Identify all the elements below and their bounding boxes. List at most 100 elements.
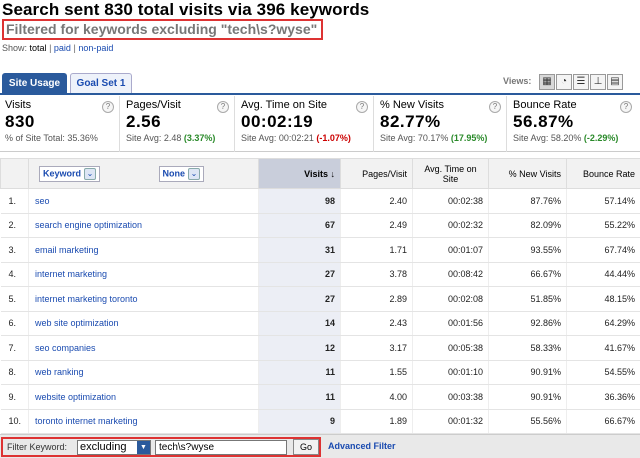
help-icon[interactable]: ? (217, 101, 229, 113)
row-number: 7. (0, 335, 29, 361)
comparison-view-icon[interactable]: ⊥ (590, 74, 606, 90)
row-number: 6. (0, 311, 29, 336)
cell-visits: 11 (258, 360, 341, 385)
cell-pages-visit: 2.49 (340, 213, 413, 238)
help-icon[interactable]: ? (102, 101, 114, 113)
cell-avg-time: 00:02:08 (412, 286, 489, 312)
cell-new-visits: 51.85% (488, 286, 567, 312)
help-icon[interactable]: ? (356, 101, 368, 113)
cell-new-visits: 93.55% (488, 237, 567, 263)
cell-visits: 11 (258, 384, 341, 410)
summary-scorecard: Visits 830 % of Site Total: 35.36% ? Pag… (0, 96, 640, 152)
show-total-link[interactable]: total (30, 43, 47, 53)
summary-value: 830 (5, 112, 35, 131)
keyword-link[interactable]: internet marketing toronto (35, 294, 138, 304)
cell-bounce-rate: 57.14% (566, 188, 640, 214)
keyword-link[interactable]: email marketing (35, 245, 99, 255)
help-icon[interactable]: ? (620, 101, 632, 113)
keyword-link[interactable]: search engine optimization (35, 220, 142, 230)
cell-pages-visit: 4.00 (340, 384, 413, 410)
cell-pages-visit: 1.55 (340, 360, 413, 385)
cell-pages-visit: 3.17 (340, 335, 413, 361)
cell-new-visits: 87.76% (488, 188, 567, 214)
show-options: Show: total | paid | non-paid (2, 43, 114, 53)
cell-new-visits: 55.56% (488, 409, 567, 434)
secondary-dimension-dropdown[interactable]: None ⌄ (158, 165, 205, 182)
cell-bounce-rate: 36.36% (566, 384, 640, 410)
keyword-link[interactable]: internet marketing (35, 269, 107, 279)
chevron-down-icon: ⌄ (84, 167, 97, 180)
cell-visits: 67 (258, 213, 341, 238)
cell-avg-time: 00:05:38 (412, 335, 489, 361)
table-header-row: Keyword ⌄ None ⌄ Visits ↓ Pages/Visit Avg.… (0, 158, 640, 189)
cell-bounce-rate: 41.67% (566, 335, 640, 361)
keyword-link[interactable]: seo companies (35, 343, 96, 353)
cell-visits: 27 (258, 262, 341, 287)
cell-visits: 27 (258, 286, 341, 312)
cell-avg-time: 00:01:07 (412, 237, 489, 263)
cell-new-visits: 92.86% (488, 311, 567, 336)
cell-bounce-rate: 66.67% (566, 409, 640, 434)
filter-keyword-input[interactable] (155, 440, 287, 455)
column-bounce-rate[interactable]: Bounce Rate (566, 158, 640, 189)
cell-visits: 12 (258, 335, 341, 361)
cell-avg-time: 00:01:56 (412, 311, 489, 336)
go-button[interactable]: Go (293, 439, 319, 455)
pivot-view-icon[interactable]: ▤ (607, 74, 623, 90)
cell-visits: 31 (258, 237, 341, 263)
column-visits[interactable]: Visits ↓ (258, 158, 341, 189)
cell-visits: 98 (258, 188, 341, 214)
table-row: 2. search engine optimization 67 2.49 00:02:… (0, 213, 640, 238)
show-paid-link[interactable]: paid (54, 43, 71, 53)
cell-new-visits: 66.67% (488, 262, 567, 287)
chevron-down-icon: ⌄ (188, 167, 201, 180)
table-row: 9. website optimization 11 4.00 00:03:38 90.9… (0, 384, 640, 410)
column-pages-visit[interactable]: Pages/Visit (340, 158, 413, 189)
advanced-filter-link[interactable]: Advanced Filter (328, 441, 396, 451)
filter-note: Filtered for keywords excluding "tech\s?… (2, 19, 324, 40)
table-row: 7. seo companies 12 3.17 00:05:38 58.33% 41.67… (0, 335, 640, 361)
keyword-link[interactable]: website optimization (35, 392, 116, 402)
table-view-icon[interactable]: ▦ (539, 74, 555, 90)
row-number: 4. (0, 262, 29, 287)
cell-avg-time: 00:03:38 (412, 384, 489, 410)
row-number: 10. (0, 409, 29, 434)
cell-avg-time: 00:08:42 (412, 262, 489, 287)
row-number: 1. (0, 188, 29, 214)
show-label: Show: (2, 43, 28, 53)
cell-bounce-rate: 48.15% (566, 286, 640, 312)
table-row: 6. web site optimization 14 2.43 00:01:56 92.… (0, 311, 640, 336)
keyword-table: Keyword ⌄ None ⌄ Visits ↓ Pages/Visit Avg.… (0, 158, 640, 434)
row-number: 5. (0, 286, 29, 312)
filter-controls: Filter Keyword: excluding ▼ Go (1, 437, 321, 457)
cell-pages-visit: 3.78 (340, 262, 413, 287)
show-non-paid-link[interactable]: non-paid (78, 43, 113, 53)
keyword-link[interactable]: web site optimization (35, 318, 119, 328)
cell-bounce-rate: 55.22% (566, 213, 640, 238)
table-footer: Filter Keyword: excluding ▼ Go Advanced … (0, 434, 640, 458)
performance-view-icon[interactable]: ☰ (573, 74, 589, 90)
keyword-link[interactable]: web ranking (35, 367, 84, 377)
cell-avg-time: 00:02:32 (412, 213, 489, 238)
column-new-visits[interactable]: % New Visits (488, 158, 567, 189)
row-number: 3. (0, 237, 29, 263)
page-title: Search sent 830 total visits via 396 key… (2, 0, 370, 19)
sort-down-arrow-icon: ↓ (330, 168, 336, 179)
row-number: 2. (0, 213, 29, 238)
column-avg-time[interactable]: Avg. Time on Site (412, 158, 489, 189)
tab-goal-set-1[interactable]: Goal Set 1 (70, 73, 132, 93)
pie-view-icon[interactable]: ◔ (556, 74, 572, 90)
cell-avg-time: 00:02:38 (412, 188, 489, 214)
tab-underline (0, 93, 640, 95)
table-row: 1. seo 98 2.40 00:02:38 87.76% 57.14% (0, 188, 640, 214)
keyword-link[interactable]: seo (35, 196, 50, 206)
cell-avg-time: 00:01:32 (412, 409, 489, 434)
summary-bounce-rate: Bounce Rate 56.87% Site Avg: 58.20% (-2.… (508, 96, 640, 152)
cell-bounce-rate: 44.44% (566, 262, 640, 287)
tab-site-usage[interactable]: Site Usage (2, 73, 67, 93)
help-icon[interactable]: ? (489, 101, 501, 113)
filter-mode-select[interactable]: excluding ▼ (77, 440, 151, 455)
keyword-dimension-dropdown[interactable]: Keyword ⌄ (39, 165, 101, 182)
cell-bounce-rate: 67.74% (566, 237, 640, 263)
keyword-link[interactable]: toronto internet marketing (35, 416, 138, 426)
